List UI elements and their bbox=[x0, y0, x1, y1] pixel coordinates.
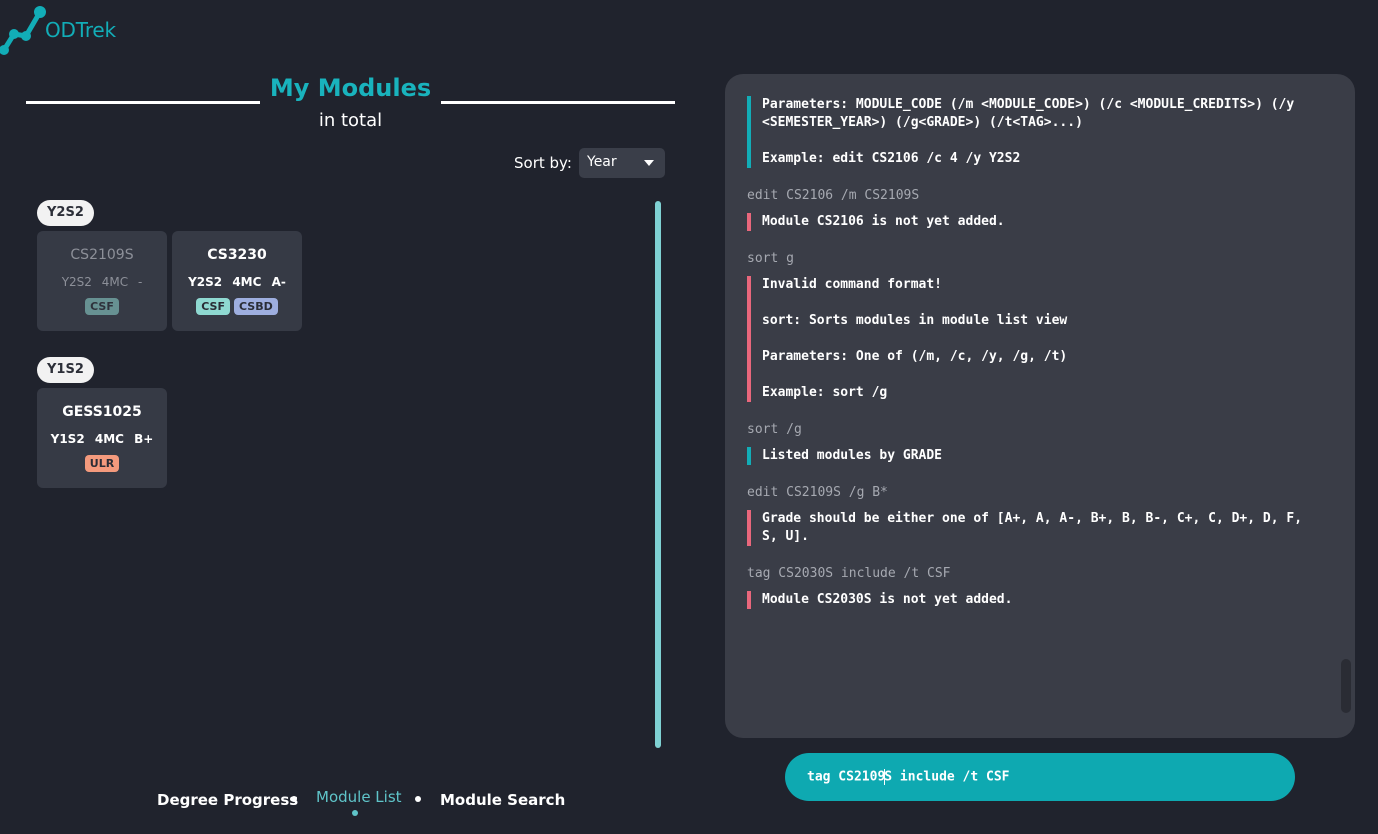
history-entry: tag CS2030S include /t CSF Module CS2030… bbox=[747, 566, 1325, 609]
command-text-after-cursor: S include /t CSF bbox=[884, 769, 1010, 785]
module-year: Y1S2 bbox=[50, 432, 85, 446]
sort-label: Sort by: bbox=[514, 154, 572, 172]
module-meta: Y1S2 4MC B+ bbox=[37, 432, 167, 446]
sort-selected-value: Year bbox=[587, 154, 617, 170]
module-credits: 4MC bbox=[101, 275, 129, 289]
tag-badge-csbd: CSBD bbox=[234, 298, 278, 315]
history-entry: sort /g Listed modules by GRADE bbox=[747, 422, 1325, 465]
tag-badge-csf: CSF bbox=[196, 298, 230, 315]
page-subtitle: in total bbox=[318, 110, 383, 131]
tag-badge-csf: CSF bbox=[85, 298, 119, 315]
nav-degree-progress[interactable]: Degree Progress bbox=[157, 791, 298, 809]
response-success: Listed modules by GRADE bbox=[747, 447, 1325, 465]
response-error: Grade should be either one of [A+, A, A-… bbox=[747, 510, 1325, 546]
command-history: Parameters: MODULE_CODE (/m <MODULE_CODE… bbox=[747, 96, 1325, 629]
response-line: sort: Sorts modules in module list view bbox=[762, 313, 1068, 328]
response-line: Example: edit CS2106 /c 4 /y Y2S2 bbox=[762, 151, 1021, 166]
module-credits: 4MC bbox=[232, 275, 262, 289]
title-divider-left bbox=[26, 101, 260, 104]
module-credits: 4MC bbox=[94, 432, 124, 446]
page-title: My Modules bbox=[269, 74, 432, 102]
response-error: Invalid command format! sort: Sorts modu… bbox=[747, 276, 1325, 402]
response-line: Example: sort /g bbox=[762, 385, 888, 400]
command-text-before-cursor: tag CS2109 bbox=[807, 769, 886, 785]
nav-module-search[interactable]: Module Search bbox=[440, 791, 565, 809]
response-line: Module CS2030S is not yet added. bbox=[762, 592, 1013, 607]
history-entry: edit CS2109S /g B* Grade should be eithe… bbox=[747, 485, 1325, 546]
module-tags: CSF CSBD bbox=[172, 298, 302, 315]
module-year: Y2S2 bbox=[188, 275, 223, 289]
module-code: CS3230 bbox=[207, 247, 267, 263]
nav-module-list[interactable]: Module List bbox=[316, 788, 402, 806]
module-card-gess1025[interactable]: GESS1025 Y1S2 4MC B+ ULR bbox=[37, 388, 167, 488]
response-line: Invalid command format! bbox=[762, 277, 943, 292]
response-line: Listed modules by GRADE bbox=[762, 448, 943, 463]
entered-command: edit CS2106 /m CS2109S bbox=[747, 188, 920, 203]
title-divider-right bbox=[441, 101, 675, 104]
group-chip-y2s2: Y2S2 bbox=[37, 200, 94, 226]
logo-graph-icon bbox=[0, 6, 46, 55]
module-card-cs2109s[interactable]: CS2109S Y2S2 4MC - CSF bbox=[37, 231, 167, 331]
module-year: Y2S2 bbox=[61, 275, 92, 289]
console-scrollbar-thumb[interactable] bbox=[1341, 659, 1351, 713]
module-meta: Y2S2 4MC - bbox=[37, 275, 167, 289]
command-input[interactable]: tag CS2109S include /t CSF bbox=[785, 753, 1295, 801]
response-line: Module CS2106 is not yet added. bbox=[762, 214, 1005, 229]
nav-separator-dot bbox=[291, 796, 297, 802]
entered-command: sort g bbox=[747, 251, 794, 266]
module-meta: Y2S2 4MC A- bbox=[172, 275, 302, 289]
entered-command: tag CS2030S include /t CSF bbox=[747, 566, 951, 581]
module-code: CS2109S bbox=[70, 247, 134, 263]
response-success: Parameters: MODULE_CODE (/m <MODULE_CODE… bbox=[747, 96, 1325, 168]
module-list-scrollbar[interactable] bbox=[655, 201, 661, 748]
history-entry: sort g Invalid command format! sort: Sor… bbox=[747, 251, 1325, 402]
app-logo: ODTrek bbox=[0, 4, 130, 55]
module-grade: A- bbox=[271, 275, 286, 289]
sort-dropdown[interactable]: Year bbox=[579, 148, 665, 178]
response-error: Module CS2106 is not yet added. bbox=[747, 213, 1325, 231]
response-line: Parameters: One of (/m, /c, /y, /g, /t) bbox=[762, 349, 1068, 364]
module-tags: ULR bbox=[37, 455, 167, 472]
result-console[interactable]: Parameters: MODULE_CODE (/m <MODULE_CODE… bbox=[725, 74, 1355, 738]
response-line: Grade should be either one of [A+, A, A-… bbox=[762, 511, 1303, 544]
response-line: Parameters: MODULE_CODE (/m <MODULE_CODE… bbox=[762, 97, 1295, 130]
nav-separator-dot bbox=[415, 796, 421, 802]
history-entry: Parameters: MODULE_CODE (/m <MODULE_CODE… bbox=[747, 96, 1325, 168]
nav-active-indicator bbox=[352, 810, 358, 816]
entered-command: edit CS2109S /g B* bbox=[747, 485, 888, 500]
tag-badge-ulr: ULR bbox=[84, 455, 120, 472]
response-error: Module CS2030S is not yet added. bbox=[747, 591, 1325, 609]
module-grade: - bbox=[137, 275, 143, 289]
module-grade: B+ bbox=[134, 432, 154, 446]
entered-command: sort /g bbox=[747, 422, 802, 437]
module-tags: CSF bbox=[37, 298, 167, 315]
module-card-cs3230[interactable]: CS3230 Y2S2 4MC A- CSF CSBD bbox=[172, 231, 302, 331]
chevron-down-icon bbox=[644, 160, 654, 166]
group-chip-y1s2: Y1S2 bbox=[37, 357, 94, 383]
history-entry: edit CS2106 /m CS2109S Module CS2106 is … bbox=[747, 188, 1325, 231]
module-code: GESS1025 bbox=[62, 404, 142, 420]
app-name: ODTrek bbox=[45, 18, 116, 42]
